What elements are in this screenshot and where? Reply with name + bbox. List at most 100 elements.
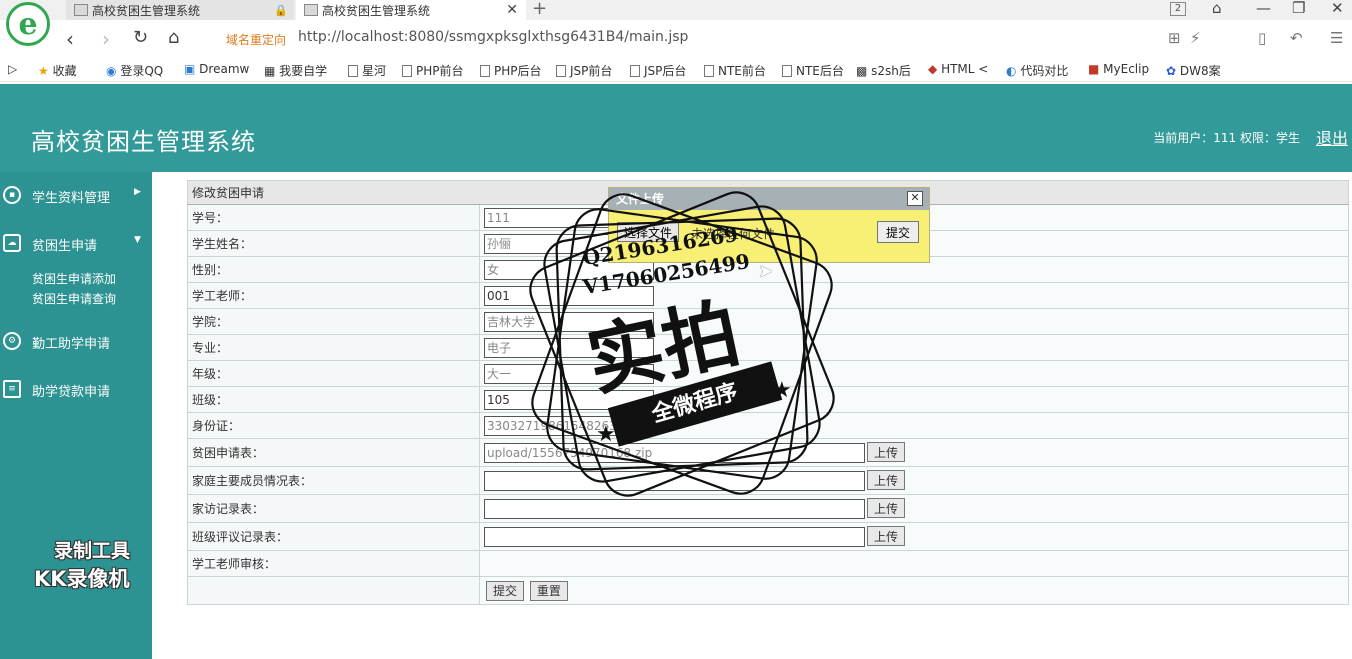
bookmark-item[interactable]: JSP后台 — [630, 62, 686, 79]
upload-button[interactable]: 上传 — [867, 442, 906, 463]
bookmark-item[interactable]: PHP前台 — [402, 62, 464, 79]
sidebar-item-student-loan[interactable]: ≡ 助学贷款申请 — [0, 376, 152, 404]
browser-logo-icon: e — [6, 2, 50, 46]
gear-icon: ⚙ — [3, 332, 21, 350]
sidebar-subitem-apply-add[interactable]: 贫困生申请添加 — [32, 270, 116, 287]
upload-button[interactable]: 上传 — [867, 526, 906, 547]
submit-button[interactable]: 提交 — [486, 580, 525, 601]
bookmark-item[interactable]: ▩ s2sh后 — [856, 62, 911, 79]
poverty-form-file-input[interactable] — [484, 442, 865, 463]
bookmark-item[interactable]: ■ MyEclip — [1088, 62, 1149, 76]
sidebar-item-student-info[interactable]: ▪ 学生资料管理 ▶ — [0, 182, 152, 210]
restore-icon[interactable]: ❐ — [1292, 0, 1305, 17]
bookmark-item[interactable]: ✿ DW8案 — [1166, 62, 1221, 79]
bookmark-item[interactable]: 星河 — [348, 62, 386, 79]
device-icon[interactable]: ▯ — [1258, 29, 1266, 47]
class-input[interactable] — [484, 389, 654, 410]
review-value — [479, 550, 1349, 577]
dialog-title: 文件上传 — [616, 192, 665, 206]
bookmark-item[interactable]: ★ 收藏 — [38, 62, 77, 79]
no-file-label: 未选择任何文件 — [691, 227, 776, 241]
sidebar-item-work-study[interactable]: ⚙ 勤工助学申请 — [0, 328, 152, 356]
field-label: 学工老师： — [187, 282, 480, 309]
field-label: 家庭主要成员情况表： — [187, 466, 480, 495]
field-label: 班级评议记录表： — [187, 522, 480, 551]
bookmarks-toggle-icon[interactable]: ▷ — [8, 62, 17, 76]
field-label: 学生姓名： — [187, 230, 480, 257]
browser-tab-2[interactable]: 高校贫困生管理系统 ✕ — [296, 0, 526, 20]
star-icon: ★ — [38, 64, 49, 78]
upload-button[interactable]: 上传 — [867, 498, 906, 519]
field-label: 家访记录表： — [187, 494, 480, 523]
lock-icon: 🔒 — [274, 3, 288, 17]
bookmark-item[interactable]: ▦ 我要自学 — [264, 62, 327, 79]
apps-grid-icon[interactable]: ⊞ — [1168, 29, 1181, 47]
undo-icon[interactable]: ↶ — [1290, 29, 1303, 47]
bookmark-item[interactable]: ◉ 登录QQ — [106, 62, 163, 79]
redirect-label: 域名重定向 — [226, 33, 287, 47]
close-window-icon[interactable]: ✕ — [1331, 0, 1344, 17]
major-input[interactable] — [484, 337, 654, 358]
paw-icon: ✿ — [1166, 64, 1177, 78]
page-icon — [402, 65, 412, 77]
upload-button[interactable]: 上传 — [867, 470, 906, 491]
stack-icon: ≡ — [3, 380, 21, 398]
forward-icon[interactable]: › — [102, 27, 110, 51]
grade-input[interactable] — [484, 363, 654, 384]
tab-title: 高校贫困生管理系统 — [322, 3, 431, 18]
family-members-file-input[interactable] — [484, 470, 865, 491]
empty-cell — [187, 576, 480, 605]
page-icon — [630, 65, 640, 77]
field-label: 班级： — [187, 386, 480, 413]
choose-file-button[interactable]: 选择文件 — [617, 222, 680, 242]
field-label: 学号： — [187, 204, 480, 231]
dreamweaver-icon: ▣ — [184, 62, 196, 76]
chevron-right-icon: ▶ — [134, 187, 141, 197]
bookmark-item[interactable]: NTE后台 — [782, 62, 844, 79]
bookmark-item[interactable]: NTE前台 — [704, 62, 766, 79]
menu-icon[interactable]: ☰ — [1330, 29, 1343, 47]
field-label: 年级： — [187, 360, 480, 387]
page-title: 高校贫困生管理系统 — [31, 128, 256, 156]
dialog-titlebar[interactable]: 文件上传 ✕ — [609, 188, 929, 210]
bookmark-item[interactable]: ◐ 代码对比 — [1006, 62, 1068, 79]
bookmark-item[interactable]: ◆ HTML < — [928, 62, 988, 76]
page-favicon-icon — [304, 4, 318, 16]
compare-icon: ◐ — [1006, 64, 1017, 78]
myeclipse-icon: ■ — [1088, 62, 1100, 76]
dialog-submit-button[interactable]: 提交 — [877, 221, 920, 243]
bookmark-item[interactable]: JSP前台 — [556, 62, 612, 79]
sidebar-item-poverty-apply[interactable]: ☁ 贫困生申请 ▼ — [0, 230, 152, 258]
browser-tab-1[interactable]: 高校贫困生管理系统 🔒 — [66, 0, 294, 20]
sidebar-subitem-apply-query[interactable]: 贫困生申请查询 — [32, 290, 116, 307]
page-icon — [556, 65, 566, 77]
url-field[interactable]: http://localhost:8080/ssmgxpksglxthsg643… — [298, 29, 688, 45]
bookmark-item[interactable]: PHP后台 — [480, 62, 542, 79]
page-icon — [782, 65, 792, 77]
id-card-input[interactable] — [484, 415, 654, 436]
back-icon[interactable]: ‹ — [66, 27, 74, 51]
bookmark-item[interactable]: ▣ Dreamw — [184, 62, 249, 76]
skin-icon[interactable]: ⌂ — [1212, 0, 1222, 17]
logout-link[interactable]: 退出 — [1316, 125, 1348, 149]
home-icon[interactable]: ⌂ — [168, 27, 179, 48]
reload-icon[interactable]: ↻ — [133, 27, 148, 48]
class-review-file-input[interactable] — [484, 526, 865, 547]
minimize-icon[interactable]: — — [1256, 0, 1271, 17]
mouse-cursor-icon: ➤ — [758, 261, 774, 282]
close-icon[interactable]: ✕ — [907, 191, 923, 206]
bookmark-site-icon: ▩ — [856, 64, 868, 78]
field-label: 学院： — [187, 308, 480, 335]
file-upload-dialog: 文件上传 ✕ 选择文件 未选择任何文件 提交 — [608, 187, 930, 263]
close-tab-icon[interactable]: ✕ — [506, 2, 518, 18]
home-visit-file-input[interactable] — [484, 498, 865, 519]
student-icon: ▪ — [3, 186, 21, 204]
qq-icon: ◉ — [106, 64, 117, 78]
tab-count-badge[interactable]: 2 — [1170, 2, 1186, 16]
college-input[interactable] — [484, 311, 654, 332]
speed-icon[interactable]: ⚡ — [1190, 29, 1201, 47]
teacher-input[interactable] — [484, 285, 654, 306]
new-tab-icon[interactable]: + — [532, 0, 547, 19]
reset-button[interactable]: 重置 — [529, 580, 568, 601]
chevron-down-icon: ▼ — [134, 235, 141, 245]
